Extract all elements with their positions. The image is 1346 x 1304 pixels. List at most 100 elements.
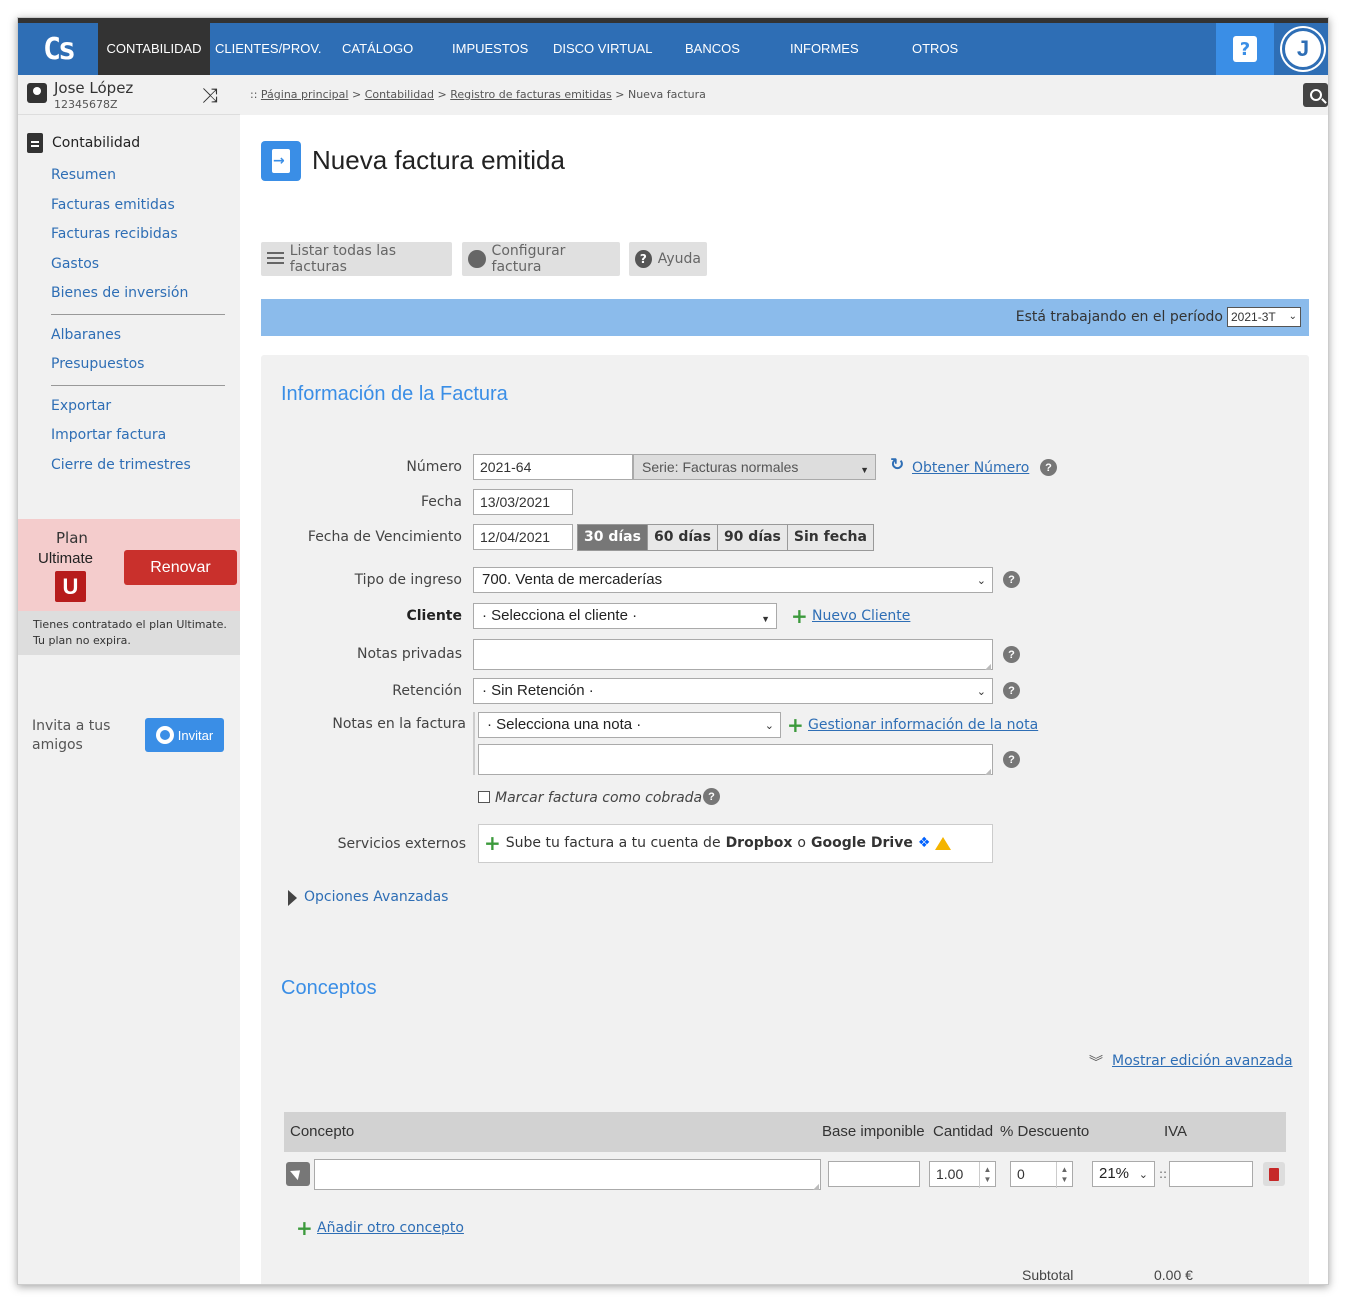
due-90-button[interactable]: 90 días	[717, 525, 788, 550]
help-button[interactable]: ?	[1216, 23, 1274, 75]
trash-icon[interactable]	[1263, 1162, 1285, 1186]
period-select[interactable]: 2021-3T ⌄	[1227, 307, 1301, 327]
iva-separator: ::	[1159, 1167, 1168, 1181]
numero-label: Número	[406, 459, 462, 475]
user-card-icon	[27, 83, 47, 103]
sidebar-item-bienes-inversion[interactable]: Bienes de inversión	[51, 285, 188, 301]
help-circle-icon[interactable]: ?	[703, 788, 720, 805]
sidebar-item-resumen[interactable]: Resumen	[51, 167, 116, 183]
iva-value: 21%	[1099, 1165, 1130, 1182]
breadcrumb-link-registro[interactable]: Registro de facturas emitidas	[450, 88, 612, 101]
chevron-down-icon: ⌄	[976, 575, 986, 587]
notas-factura-textarea[interactable]	[478, 744, 993, 776]
sidebar-item-importar-factura[interactable]: Importar factura	[51, 427, 166, 443]
plan-note-line2: Tu plan no expira.	[33, 634, 131, 647]
sidebar-item-cierre-trimestres[interactable]: Cierre de trimestres	[51, 457, 191, 473]
nav-catalogo[interactable]: CATÁLOGO	[342, 23, 413, 75]
help-toolbar-button[interactable]: ? Ayuda	[629, 242, 707, 276]
configure-invoice-button[interactable]: Configurar factura	[462, 242, 620, 276]
help-circle-icon[interactable]: ?	[1003, 751, 1020, 768]
gear-icon	[468, 250, 486, 268]
avatar[interactable]: J	[1282, 28, 1324, 70]
dropbox-icon[interactable]: ❖	[918, 835, 931, 851]
period-value: 2021-3T	[1231, 310, 1276, 324]
user-name: Jose López	[54, 79, 134, 97]
vencimiento-input[interactable]: 12/04/2021	[473, 524, 573, 550]
help-circle-icon[interactable]: ?	[1003, 571, 1020, 588]
iva-select[interactable]: 21% ⌄	[1092, 1161, 1155, 1187]
nav-impuestos[interactable]: IMPUESTOS	[452, 23, 528, 75]
descuento-input[interactable]: 0 ▲ ▼	[1010, 1161, 1073, 1188]
sidebar-item-facturas-recibidas[interactable]: Facturas recibidas	[51, 226, 178, 242]
sidebar-item-presupuestos[interactable]: Presupuestos	[51, 356, 144, 372]
gestionar-nota-link[interactable]: Gestionar información de la nota	[808, 717, 1038, 733]
stepper-icon[interactable]: ▲ ▼	[979, 1162, 995, 1188]
plus-icon: +	[296, 1216, 313, 1240]
user-id: 12345678Z	[54, 98, 118, 111]
sidebar-divider	[51, 314, 225, 315]
nuevo-cliente-link[interactable]: Nuevo Cliente	[812, 608, 910, 624]
cantidad-input[interactable]: 1.00 ▲ ▼	[929, 1161, 996, 1188]
help-circle-icon[interactable]: ?	[1003, 646, 1020, 663]
retencion-select[interactable]: · Sin Retención · ⌄	[473, 678, 993, 704]
tipo-ingreso-label: Tipo de ingreso	[354, 572, 462, 588]
invite-text: Invita a tus amigos	[32, 718, 111, 753]
sidebar-item-facturas-emitidas[interactable]: Facturas emitidas	[51, 197, 175, 213]
question-icon: ?	[1233, 36, 1257, 62]
caret-right-icon[interactable]	[288, 890, 297, 906]
mostrar-edicion-link[interactable]: Mostrar edición avanzada	[1112, 1053, 1293, 1069]
renew-button[interactable]: Renovar	[124, 550, 237, 585]
iva-amount-input[interactable]	[1169, 1161, 1253, 1187]
serie-select[interactable]: Serie: Facturas normales ▼	[633, 454, 876, 480]
sidebar-item-albaranes[interactable]: Albaranes	[51, 327, 121, 343]
notas-factura-select[interactable]: · Selecciona una nota · ⌄	[478, 712, 781, 738]
chevron-down-icon: ⌄	[764, 720, 774, 732]
pointer-icon[interactable]	[286, 1162, 310, 1186]
help-circle-icon[interactable]: ?	[1003, 682, 1020, 699]
anadir-concepto-link[interactable]: Añadir otro concepto	[317, 1220, 464, 1236]
invite-button[interactable]: Invitar	[145, 718, 224, 752]
shuffle-icon[interactable]: ⤨	[202, 83, 218, 107]
sidebar-item-exportar[interactable]: Exportar	[51, 398, 111, 414]
due-60-button[interactable]: 60 días	[647, 525, 718, 550]
upload-cloud-box[interactable]: + Sube tu factura a tu cuenta de Dropbox…	[478, 824, 993, 863]
due-none-button[interactable]: Sin fecha	[787, 525, 873, 550]
help-circle-icon[interactable]: ?	[1040, 459, 1057, 476]
nav-otros[interactable]: OTROS	[912, 23, 958, 75]
cliente-select[interactable]: · Selecciona el cliente · ▼	[473, 603, 777, 629]
breadcrumb-link-home[interactable]: Página principal	[261, 88, 349, 101]
search-button[interactable]	[1303, 83, 1328, 107]
fecha-input[interactable]: 13/03/2021	[473, 489, 573, 515]
col-cantidad: Cantidad	[933, 1123, 994, 1140]
due-30-button[interactable]: 30 días	[578, 525, 648, 550]
double-chevron-icon[interactable]: ︾	[1089, 1052, 1103, 1072]
help-toolbar-label: Ayuda	[657, 251, 701, 267]
sidebar-item-gastos[interactable]: Gastos	[51, 256, 99, 272]
concepto-textarea[interactable]	[314, 1159, 821, 1191]
period-text: Está trabajando en el período	[1015, 309, 1223, 325]
cobrada-checkbox[interactable]	[478, 791, 490, 803]
nav-contabilidad[interactable]: CONTABILIDAD	[98, 23, 210, 75]
tipo-ingreso-select[interactable]: 700. Venta de mercaderías ⌄	[473, 567, 993, 593]
main-content: Nueva factura emitida Listar todas las f…	[240, 115, 1328, 1284]
col-base-imponible: Base imponible	[822, 1123, 925, 1140]
nav-informes[interactable]: INFORMES	[790, 23, 859, 75]
nav-bancos[interactable]: BANCOS	[685, 23, 740, 75]
cobrada-label[interactable]: Marcar factura como cobrada	[495, 790, 702, 806]
refresh-icon[interactable]: ↻	[890, 455, 904, 475]
caret-down-icon: ▼	[860, 465, 869, 475]
google-drive-icon[interactable]	[935, 837, 952, 850]
stepper-icon[interactable]: ▲ ▼	[1056, 1162, 1072, 1188]
opciones-avanzadas-link[interactable]: Opciones Avanzadas	[304, 889, 448, 905]
list-invoices-button[interactable]: Listar todas las facturas	[261, 242, 452, 276]
breadcrumb-link-contabilidad[interactable]: Contabilidad	[365, 88, 434, 101]
plus-icon: +	[791, 604, 808, 628]
nav-clientes[interactable]: CLIENTES/PROV.	[215, 23, 321, 75]
nav-disco-virtual[interactable]: DISCO VIRTUAL	[553, 23, 652, 75]
chevron-down-icon: ⌄	[1138, 1169, 1148, 1181]
base-imponible-input[interactable]	[828, 1161, 920, 1187]
app-logo[interactable]: Cs	[18, 23, 98, 75]
numero-input[interactable]: 2021-64	[473, 454, 633, 480]
notas-privadas-textarea[interactable]	[473, 639, 993, 671]
obtener-numero-link[interactable]: Obtener Número	[912, 460, 1029, 476]
